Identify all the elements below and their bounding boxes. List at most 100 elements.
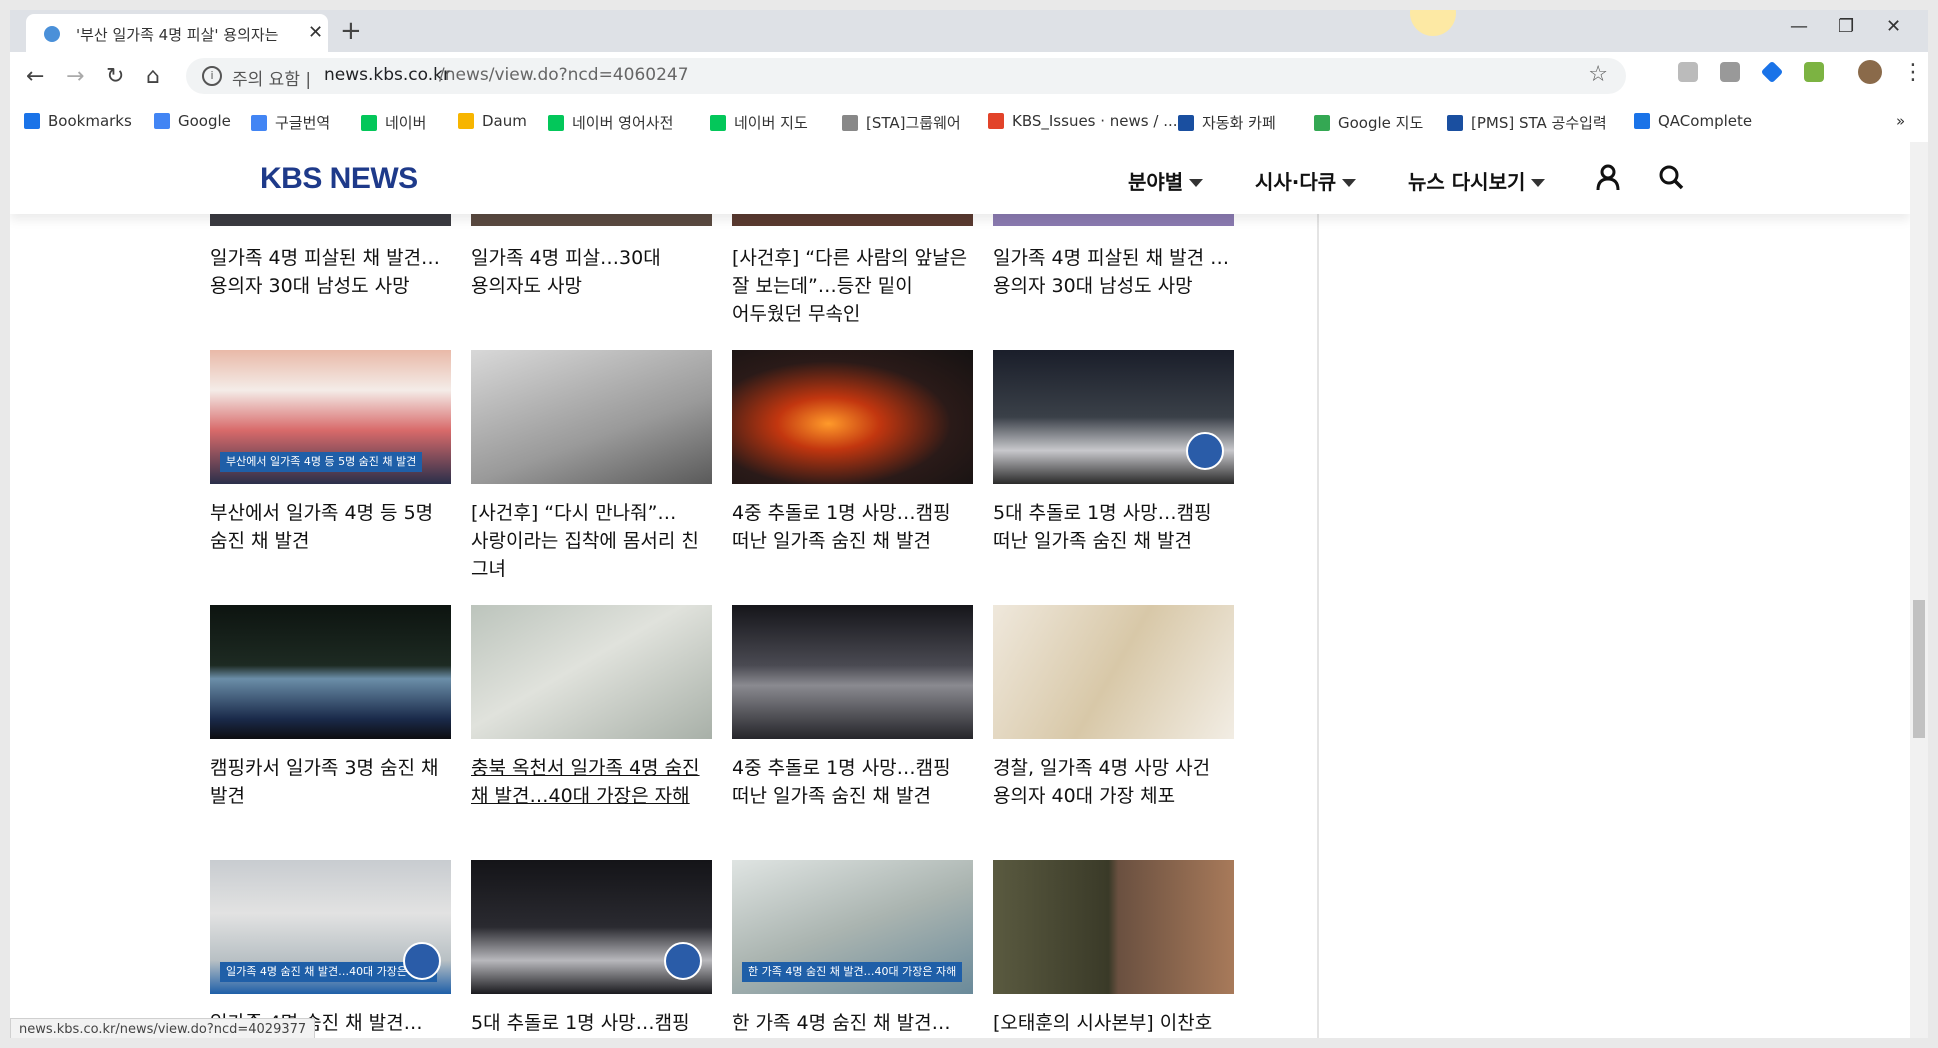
site-header: KBS NEWS 분야별 시사·다큐 뉴스 다시보기 bbox=[10, 142, 1910, 214]
home-icon[interactable]: ⌂ bbox=[146, 64, 160, 89]
news-thumbnail[interactable] bbox=[471, 605, 712, 739]
qa-icon bbox=[1634, 113, 1650, 129]
bookmarks-overflow-button[interactable]: » bbox=[1896, 112, 1905, 130]
bookmarks-bar: Bookmarks Google 구글번역 네이버 Daum 네이버 영어사전 네이버 지도… bbox=[10, 102, 1928, 143]
news-thumbnail[interactable] bbox=[732, 605, 973, 739]
news-headline-link[interactable]: 캠핑카서 일가족 3명 숨진 채 발견 bbox=[210, 754, 455, 810]
page-icon bbox=[842, 115, 858, 131]
menu-category[interactable]: 분야별 bbox=[1128, 166, 1204, 195]
bookmark-label: QAComplete bbox=[1658, 112, 1753, 130]
url-host: news.kbs.co.kr bbox=[324, 65, 450, 85]
news-headline-link[interactable]: 일가족 4명 피살된 채 발견 … 용의자 30대 남성도 사망 bbox=[993, 244, 1238, 300]
dict-icon bbox=[548, 115, 564, 131]
news-thumbnail[interactable] bbox=[210, 605, 451, 739]
menu-replay[interactable]: 뉴스 다시보기 bbox=[1408, 166, 1546, 195]
news-headline-link[interactable]: 경찰, 일가족 4명 사망 사건 용의자 40대 가장 체포 bbox=[993, 754, 1238, 810]
pms-icon bbox=[1447, 115, 1463, 131]
bookmark-star-icon[interactable]: ☆ bbox=[1588, 62, 1608, 87]
news-headline-link[interactable]: [사건후] “다른 사람의 앞날은 잘 보는데”…등잔 밑이 어두웠던 무속인 bbox=[732, 244, 977, 328]
address-bar[interactable]: i 주의 요함 | news.kbs.co.kr /news/view.do?n… bbox=[186, 58, 1626, 94]
news-thumb-clipped[interactable] bbox=[993, 214, 1234, 226]
news-thumb-clipped[interactable] bbox=[471, 214, 712, 226]
news-headline-link[interactable]: 5대 추돌로 1명 사망…캠핑 떠난 일가족 숨진 채 발견 bbox=[993, 499, 1238, 555]
bookmark-item[interactable]: 네이버 영어사전 bbox=[548, 112, 673, 133]
sign-language-icon bbox=[1186, 432, 1224, 470]
extension-ex-icon[interactable] bbox=[1720, 62, 1740, 82]
news-thumbnail[interactable] bbox=[471, 860, 712, 994]
caret-down-icon bbox=[1342, 179, 1357, 187]
extension-ladder-icon[interactable] bbox=[1804, 62, 1824, 82]
bookmark-item[interactable]: Bookmarks bbox=[24, 112, 132, 130]
naver-icon bbox=[710, 115, 726, 131]
news-headline-link[interactable]: 부산에서 일가족 4명 등 5명 숨진 채 발견 bbox=[210, 499, 455, 555]
info-icon[interactable]: i bbox=[202, 66, 222, 86]
browser-tab[interactable]: '부산 일가족 4명 피살' 용의자는 ✕ bbox=[26, 14, 328, 52]
news-thumbnail[interactable] bbox=[732, 350, 973, 484]
sign-language-icon bbox=[403, 942, 441, 980]
news-thumb-clipped[interactable] bbox=[732, 214, 973, 226]
news-thumbnail[interactable]: 한 가족 4명 숨진 채 발견…40대 가장은 자해 bbox=[732, 860, 973, 994]
thumbnail-caption-banner: 한 가족 4명 숨진 채 발견…40대 가장은 자해 bbox=[742, 962, 963, 982]
url-path: /news/view.do?ncd=4060247 bbox=[439, 65, 689, 85]
bookmark-item[interactable]: [STA]그룹웨어 bbox=[842, 112, 961, 133]
bookmark-item[interactable]: KBS_Issues · news / ... bbox=[988, 112, 1178, 130]
security-label: 주의 요함 | bbox=[232, 70, 312, 90]
caret-down-icon bbox=[1189, 179, 1204, 187]
kbs-favicon-icon bbox=[44, 26, 60, 42]
restore-button[interactable]: ❐ bbox=[1838, 16, 1854, 37]
bookmark-label: KBS_Issues · news / ... bbox=[1012, 112, 1178, 130]
translate-icon bbox=[251, 115, 267, 131]
google-icon bbox=[154, 113, 170, 129]
scrollbar[interactable] bbox=[1910, 142, 1928, 1038]
bookmark-item[interactable]: 네이버 지도 bbox=[710, 112, 808, 133]
bookmark-item[interactable]: Google bbox=[154, 112, 231, 130]
bookmark-label: Google 지도 bbox=[1338, 114, 1424, 132]
minimize-button[interactable]: — bbox=[1790, 16, 1808, 37]
profile-avatar[interactable] bbox=[1858, 60, 1882, 84]
news-headline-link[interactable]: 일가족 4명 피살된 채 발견… 용의자 30대 남성도 사망 bbox=[210, 244, 455, 300]
news-headline-link[interactable]: 충북 옥천서 일가족 4명 숨진 채 발견…40대 가장은 자해 bbox=[471, 754, 716, 810]
news-headline-link[interactable]: [사건후] “다시 만나줘”… 사랑이라는 집착에 몸서리 친 그녀 bbox=[471, 499, 716, 583]
reload-icon[interactable]: ↻ bbox=[106, 64, 124, 89]
extension-diamond-icon[interactable] bbox=[1760, 60, 1784, 84]
user-icon[interactable] bbox=[1596, 164, 1620, 190]
new-tab-button[interactable]: + bbox=[340, 16, 362, 46]
news-headline-link[interactable]: [오태훈의 시사본부] 이찬호 예비역 병장 “K-9자주포 폭발 bbox=[993, 1009, 1238, 1038]
forward-icon[interactable]: → bbox=[66, 64, 84, 89]
bookmark-item[interactable]: [PMS] STA 공수입력 bbox=[1447, 112, 1607, 133]
bookmark-label: Daum bbox=[482, 112, 527, 130]
menu-current-affairs[interactable]: 시사·다큐 bbox=[1255, 166, 1357, 195]
menu-kebab-icon[interactable]: ⋮ bbox=[1902, 60, 1924, 85]
caret-down-icon bbox=[1531, 179, 1546, 187]
tab-strip: '부산 일가족 4명 피살' 용의자는 ✕ + — ❐ ✕ bbox=[10, 10, 1928, 52]
kbs-news-logo[interactable]: KBS NEWS bbox=[260, 162, 418, 196]
bookmark-label: 네이버 영어사전 bbox=[572, 114, 674, 132]
browser-window: '부산 일가족 4명 피살' 용의자는 ✕ + — ❐ ✕ ← → ↻ ⌂ i … bbox=[10, 10, 1928, 1038]
news-thumbnail[interactable] bbox=[993, 350, 1234, 484]
extension-icon[interactable] bbox=[1678, 62, 1698, 82]
news-thumbnail[interactable]: 부산에서 일가족 4명 등 5명 숨진 채 발견 bbox=[210, 350, 451, 484]
close-window-button[interactable]: ✕ bbox=[1886, 16, 1901, 37]
bookmark-item[interactable]: 구글번역 bbox=[251, 112, 330, 133]
news-headline-link[interactable]: 4중 추돌로 1명 사망…캠핑 떠난 일가족 숨진 채 발견 bbox=[732, 499, 977, 555]
scrollbar-thumb[interactable] bbox=[1913, 600, 1925, 738]
bookmark-item[interactable]: Daum bbox=[458, 112, 527, 130]
tab-title: '부산 일가족 4명 피살' 용의자는 bbox=[76, 26, 279, 44]
news-thumbnail[interactable]: 일가족 4명 숨진 채 발견…40대 가장은 자해 bbox=[210, 860, 451, 994]
search-icon[interactable] bbox=[1658, 164, 1684, 190]
tab-close-icon[interactable]: ✕ bbox=[308, 22, 323, 43]
news-headline-link[interactable]: 4중 추돌로 1명 사망…캠핑 떠난 일가족 숨진 채 발견 bbox=[732, 754, 977, 810]
bookmark-label: 네이버 지도 bbox=[734, 114, 808, 132]
news-headline-link[interactable]: 5대 추돌로 1명 사망…캠핑 bbox=[471, 1009, 716, 1037]
news-headline-link[interactable]: 한 가족 4명 숨진 채 발견… 40대 가장은 자해 bbox=[732, 1009, 977, 1038]
bookmark-item[interactable]: Google 지도 bbox=[1314, 112, 1423, 133]
bookmark-item[interactable]: QAComplete bbox=[1634, 112, 1752, 130]
bookmark-item[interactable]: 네이버 bbox=[361, 112, 426, 133]
news-thumbnail[interactable] bbox=[471, 350, 712, 484]
back-icon[interactable]: ← bbox=[26, 64, 44, 89]
news-thumbnail[interactable] bbox=[993, 860, 1234, 994]
news-thumbnail[interactable] bbox=[993, 605, 1234, 739]
news-thumb-clipped[interactable] bbox=[210, 214, 451, 226]
news-headline-link[interactable]: 일가족 4명 피살…30대 용의자도 사망 bbox=[471, 244, 716, 300]
bookmark-item[interactable]: 자동화 카페 bbox=[1178, 112, 1276, 133]
